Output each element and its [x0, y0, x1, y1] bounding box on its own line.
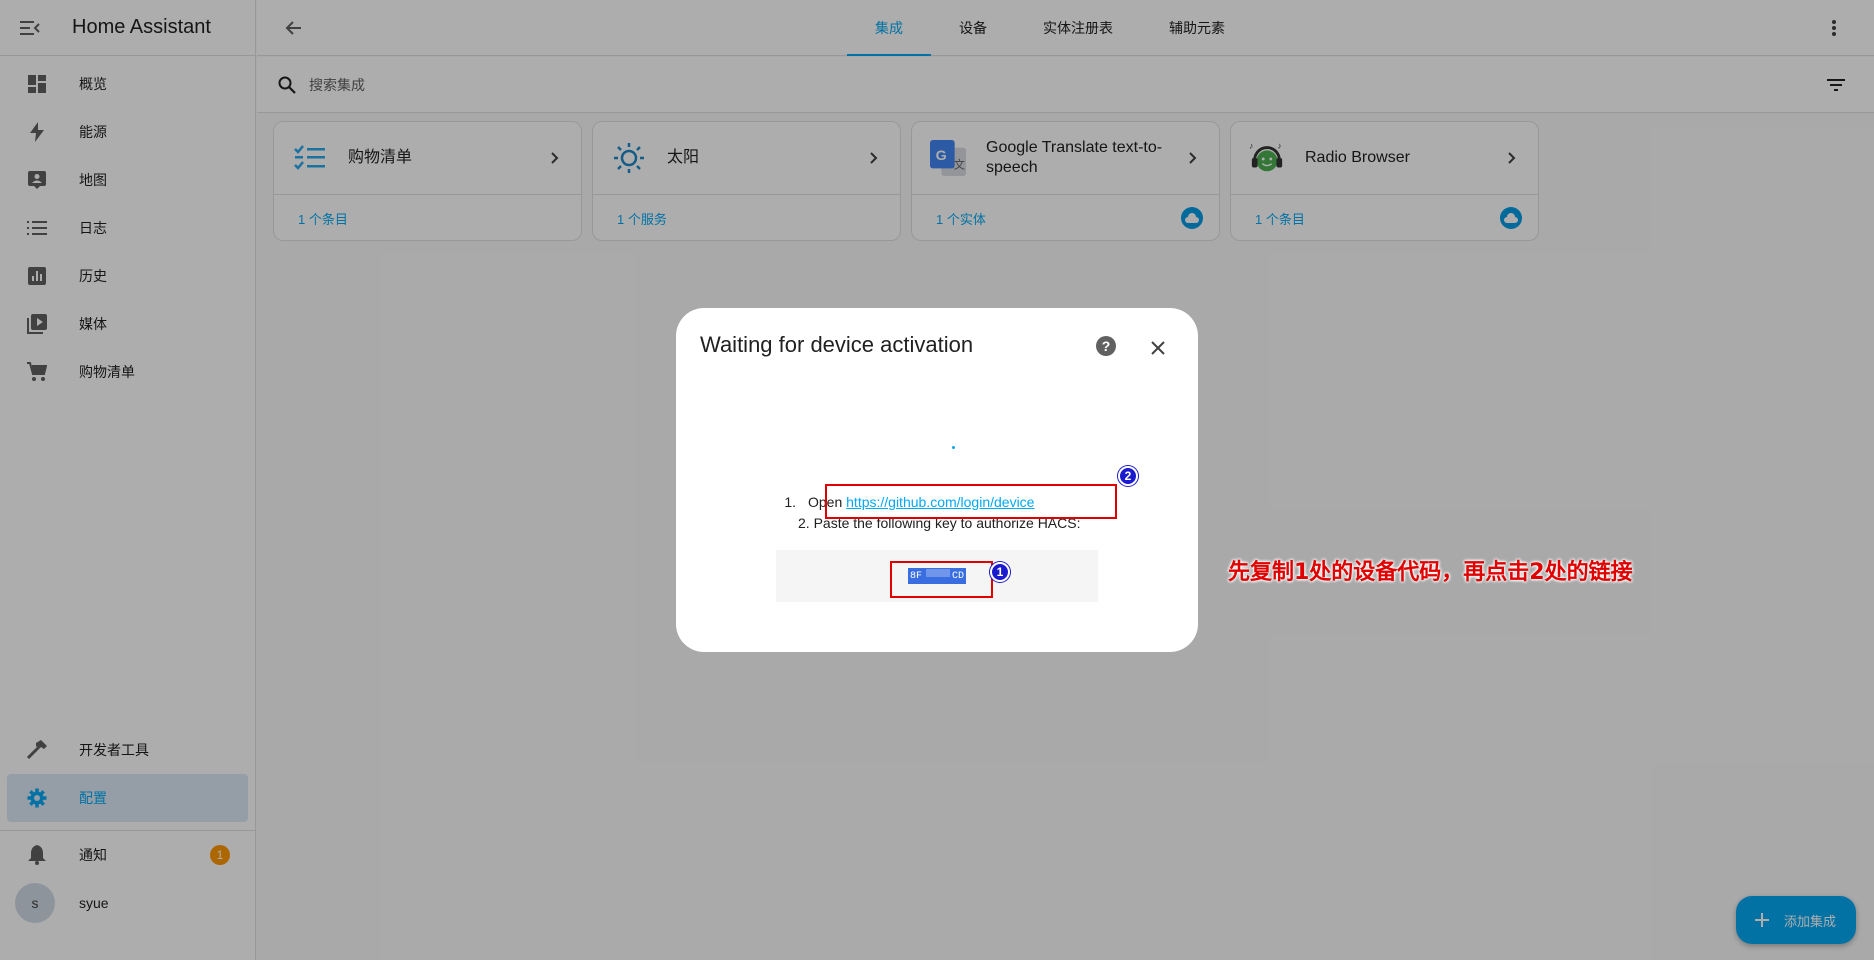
step-number: 1.: [784, 494, 796, 510]
annotation-box-link: [825, 484, 1117, 519]
annotation-marker-2: 2: [1118, 466, 1138, 486]
help-icon[interactable]: ?: [1094, 334, 1118, 358]
annotation-box-code: [890, 561, 993, 598]
dialog-title: Waiting for device activation: [700, 332, 974, 357]
annotation-instruction: 先复制1处的设备代码，再点击2处的链接: [1228, 560, 1633, 585]
loading-spinner: [952, 446, 955, 449]
svg-text:?: ?: [1102, 338, 1111, 354]
close-icon[interactable]: [1146, 336, 1170, 360]
annotation-marker-1: 1: [990, 562, 1010, 582]
